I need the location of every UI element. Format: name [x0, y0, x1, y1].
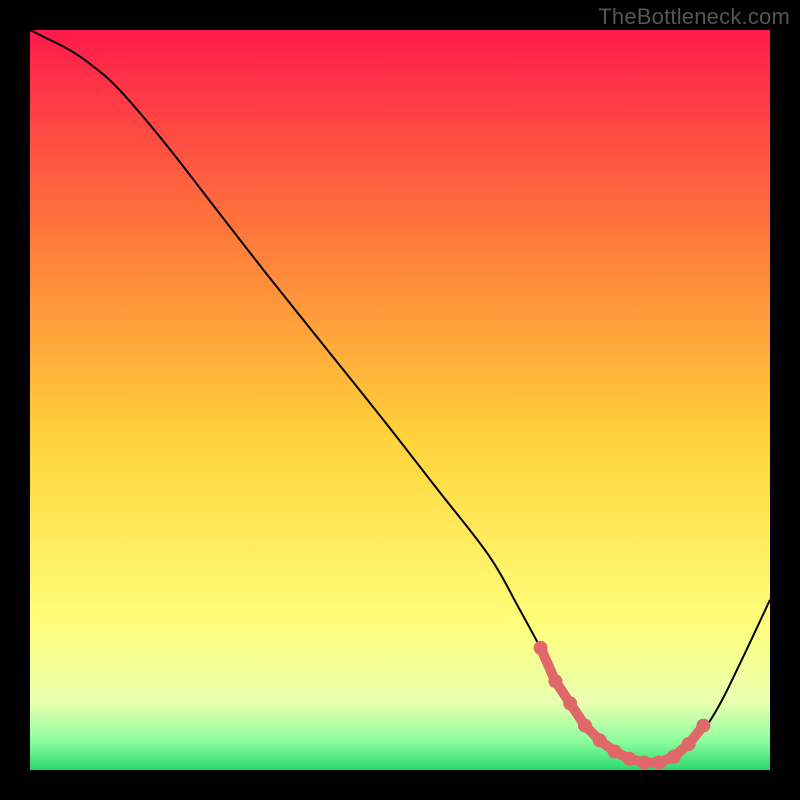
optimal-range-marker [637, 756, 651, 770]
optimal-range-marker [667, 750, 681, 764]
watermark-text: TheBottleneck.com [598, 4, 790, 30]
chart-frame: TheBottleneck.com [0, 0, 800, 800]
optimal-range-marker [652, 756, 666, 770]
bottleneck-chart [30, 30, 770, 770]
optimal-range-marker [534, 641, 548, 655]
optimal-range-marker [696, 719, 710, 733]
optimal-range-marker [578, 719, 592, 733]
plot-area [30, 30, 770, 770]
optimal-range-marker [682, 737, 696, 751]
optimal-range-marker [608, 745, 622, 759]
gradient-background [30, 30, 770, 770]
optimal-range-marker [622, 752, 636, 766]
optimal-range-marker [548, 674, 562, 688]
optimal-range-marker [563, 696, 577, 710]
optimal-range-marker [593, 733, 607, 747]
